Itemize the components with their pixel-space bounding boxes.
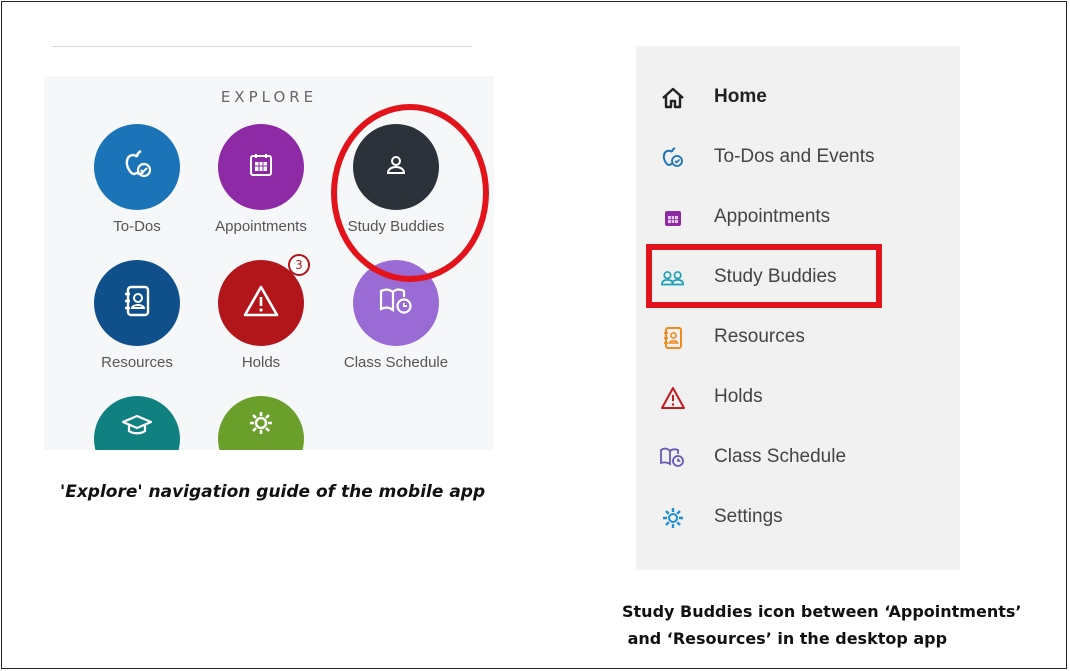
explore-header: EXPLORE — [220, 88, 318, 106]
gear-icon — [660, 506, 686, 530]
tile-graduation[interactable] — [67, 396, 207, 450]
holds-circle[interactable]: 3 — [218, 254, 310, 346]
book-clock-icon — [379, 286, 413, 320]
desktop-caption-line-1: Study Buddies icon between ‘Appointments… — [622, 602, 1022, 621]
desktop-caption-line-2: and ‘Resources’ in the desktop app — [622, 629, 948, 648]
desktop-sidebar: Home To-Dos and Events Appointments Stud… — [636, 46, 960, 570]
tile-label: To-Dos — [113, 218, 161, 235]
holds-count-badge: 3 — [288, 254, 310, 276]
nav-label: Holds — [714, 386, 763, 407]
nav-item-home[interactable]: Home — [636, 78, 960, 118]
nav-label: To-Dos and Events — [714, 146, 875, 167]
nav-item-resources[interactable]: Resources — [636, 318, 960, 358]
warning-icon — [660, 386, 686, 410]
graduation-cap-icon — [121, 413, 153, 441]
study-buddies-highlight-box — [646, 244, 882, 308]
mobile-caption: 'Explore' navigation guide of the mobile… — [60, 482, 486, 502]
graduation-circle[interactable] — [94, 396, 180, 450]
nav-item-todos-events[interactable]: To-Dos and Events — [636, 138, 960, 178]
nav-label: Settings — [714, 506, 783, 527]
tile-settings[interactable] — [191, 396, 331, 450]
contact-book-icon — [122, 285, 152, 321]
tile-holds[interactable]: 3 Holds — [191, 254, 331, 371]
nav-label: Resources — [714, 326, 805, 347]
settings-circle[interactable] — [218, 396, 304, 450]
nav-item-holds[interactable]: Holds — [636, 378, 960, 418]
divider — [52, 46, 472, 47]
nav-item-settings[interactable]: Settings — [636, 498, 960, 538]
tile-appointments[interactable]: Appointments — [191, 124, 331, 235]
tile-label: Resources — [101, 354, 173, 371]
apple-check-icon — [660, 146, 686, 170]
apple-check-icon — [120, 148, 154, 186]
calendar-icon — [660, 206, 686, 230]
tile-label: Appointments — [215, 218, 307, 235]
gear-icon — [248, 410, 274, 440]
nav-label: Appointments — [714, 206, 831, 227]
home-icon — [660, 86, 686, 110]
tile-label: Holds — [241, 354, 281, 371]
nav-label: Home — [714, 86, 767, 107]
warning-icon — [243, 284, 279, 322]
nav-item-class-schedule[interactable]: Class Schedule — [636, 438, 960, 478]
book-clock-icon — [660, 446, 686, 470]
study-buddies-highlight-circle — [331, 104, 489, 282]
resources-circle[interactable] — [94, 260, 180, 346]
todos-circle[interactable] — [94, 124, 180, 210]
tile-todos[interactable]: To-Dos — [67, 124, 207, 235]
calendar-icon — [249, 153, 273, 181]
tile-label: Class Schedule — [343, 354, 449, 371]
contact-book-icon — [660, 326, 686, 350]
tile-resources[interactable]: Resources — [67, 260, 207, 371]
appointments-circle[interactable] — [218, 124, 304, 210]
nav-label: Class Schedule — [714, 446, 847, 467]
desktop-caption: Study Buddies icon between ‘Appointments… — [622, 598, 1021, 652]
nav-item-appointments[interactable]: Appointments — [636, 198, 960, 238]
